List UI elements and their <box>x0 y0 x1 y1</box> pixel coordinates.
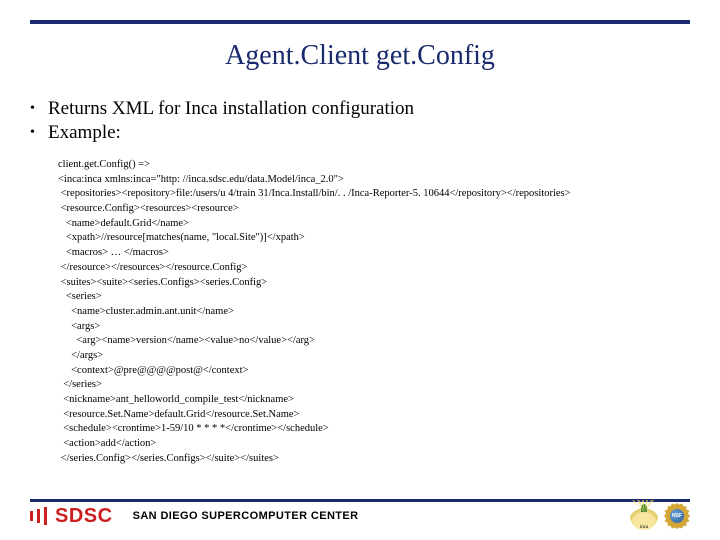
footer: SDSC SAN DIEGO SUPERCOMPUTER CENTER inca… <box>30 504 690 528</box>
bullet-list: • Returns XML for Inca installation conf… <box>30 98 690 146</box>
footer-org-name: SAN DIEGO SUPERCOMPUTER CENTER <box>133 510 630 522</box>
nsf-logo-text: NSF <box>672 513 682 519</box>
sdsc-logo-text: SDSC <box>55 505 113 528</box>
sdsc-bar-icon <box>30 511 33 521</box>
sun-rays-icon <box>632 500 656 512</box>
sdsc-bar-icon <box>37 509 40 523</box>
top-divider <box>30 20 690 24</box>
footer-divider <box>30 499 690 502</box>
sdsc-bar-icon <box>44 507 47 525</box>
bullet-text: Example: <box>48 122 121 144</box>
bullet-item: • Example: <box>30 122 690 144</box>
sdsc-logo: SDSC <box>30 505 113 528</box>
inca-logo-text: inca <box>640 525 648 530</box>
bullet-item: • Returns XML for Inca installation conf… <box>30 98 690 120</box>
bullet-dot-icon: • <box>30 122 48 144</box>
xml-code-block: client.get.Config() => <inca:inca xmlns:… <box>58 158 700 466</box>
inca-logo-icon: inca <box>630 502 658 530</box>
slide-title: Agent.Client get.Config <box>0 40 720 72</box>
nsf-logo-icon: NSF <box>664 503 690 529</box>
bullet-text: Returns XML for Inca installation config… <box>48 98 414 120</box>
bullet-dot-icon: • <box>30 98 48 120</box>
